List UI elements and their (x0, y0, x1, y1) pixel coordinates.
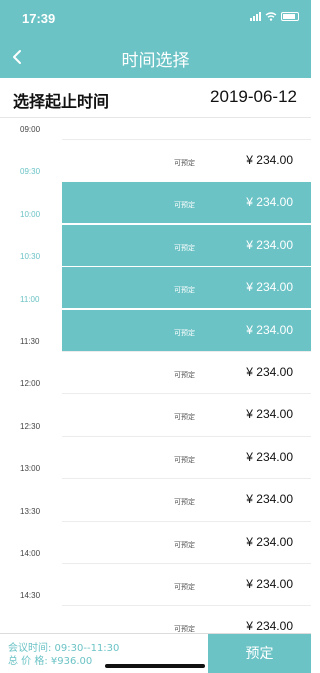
slot-status: 可预定 (174, 625, 195, 633)
time-slot-row[interactable]: 可预定 ¥ 234.00 (62, 563, 311, 605)
status-time: 17:39 (22, 11, 56, 26)
slot-status: 可预定 (174, 243, 195, 252)
book-button[interactable]: 预定 (208, 634, 311, 673)
slot-price: ¥ 234.00 (246, 237, 293, 252)
time-label: 13:30 (20, 506, 41, 516)
total-price-text: 总 价 格: ¥936.00 (8, 656, 93, 667)
time-slot-row[interactable]: 可预定 ¥ 234.00 (62, 181, 311, 224)
slot-status: 可预定 (174, 201, 195, 210)
time-label: 14:00 (20, 549, 41, 558)
time-label: 11:00 (20, 294, 40, 304)
time-slot-row[interactable]: 可预定 ¥ 234.00 (62, 266, 311, 309)
slot-price: ¥ 234.00 (246, 577, 293, 591)
slot-status: 可预定 (174, 159, 195, 167)
nav-bar: 时间选择 (0, 36, 311, 78)
time-label: 11:30 (20, 337, 40, 346)
time-label: 12:30 (20, 421, 41, 431)
status-icons (250, 12, 299, 21)
time-slot-row[interactable]: 可预定 ¥ 234.00 (62, 351, 311, 393)
slot-price: ¥ 234.00 (246, 492, 293, 507)
signal-icon (250, 12, 261, 21)
time-slot-row[interactable]: 可预定 ¥ 234.00 (62, 478, 311, 520)
select-range-label: 选择起止时间 (13, 92, 110, 111)
time-slot-row[interactable]: 可预定 ¥ 234.00 (62, 393, 311, 435)
wifi-icon (265, 12, 277, 21)
slot-price: ¥ 234.00 (246, 534, 293, 549)
slot-price: ¥ 234.00 (246, 449, 293, 464)
time-label: 10:30 (20, 252, 41, 262)
page-title: 时间选择 (121, 51, 190, 71)
slot-price: ¥ 234.00 (246, 195, 293, 210)
selected-date[interactable]: 2019-06-12 (210, 87, 297, 107)
slot-price: ¥ 234.00 (246, 280, 293, 295)
slot-price: ¥ 234.00 (246, 322, 293, 337)
slot-status: 可预定 (174, 455, 195, 464)
time-label: 14:30 (20, 591, 41, 601)
home-indicator (105, 664, 205, 668)
slot-price: ¥ 234.00 (246, 153, 293, 167)
booking-summary: 会议时间: 09:30--11:30 总 价 格: ¥936.00 (8, 642, 119, 668)
slot-status: 可预定 (174, 498, 195, 507)
slot-status: 可预定 (174, 286, 195, 295)
slot-status: 可预定 (174, 413, 195, 422)
time-label: 10:00 (20, 209, 41, 219)
time-slot-row[interactable]: 可预定 ¥ 234.00 (62, 308, 311, 351)
battery-icon (281, 12, 299, 21)
time-label: 12:00 (20, 379, 41, 389)
slot-status: 可预定 (174, 540, 195, 549)
time-label: 09:30 (20, 167, 41, 177)
slot-status: 可预定 (174, 328, 195, 337)
slot-price: ¥ 234.00 (246, 407, 293, 422)
time-label: 09:00 (20, 125, 41, 134)
time-slot-list[interactable]: 09:00 09:30 10:00 10:30 11:00 11:30 12:00 12:30… (0, 118, 311, 633)
time-slot-row[interactable]: 可预定 ¥ 234.00 (62, 520, 311, 563)
date-header: 选择起止时间 2019-06-12 (0, 78, 311, 118)
time-slot-row[interactable]: 可预定 ¥ 234.00 (62, 223, 311, 266)
slot-status: 可预定 (174, 371, 195, 379)
status-bar: 17:39 (0, 0, 311, 36)
slot-price: ¥ 234.00 (246, 365, 293, 379)
time-slot-row[interactable]: 可预定 ¥ 234.00 (62, 139, 311, 181)
time-slot-row[interactable]: 可预定 ¥ 234.00 (62, 435, 311, 478)
slot-status: 可预定 (174, 583, 195, 591)
time-label: 13:00 (20, 464, 41, 474)
meeting-time-text: 会议时间: 09:30--11:30 (8, 643, 120, 654)
time-slot-row[interactable]: 可预定 ¥ 234.00 (62, 605, 311, 633)
slot-price: ¥ 234.00 (246, 619, 293, 633)
